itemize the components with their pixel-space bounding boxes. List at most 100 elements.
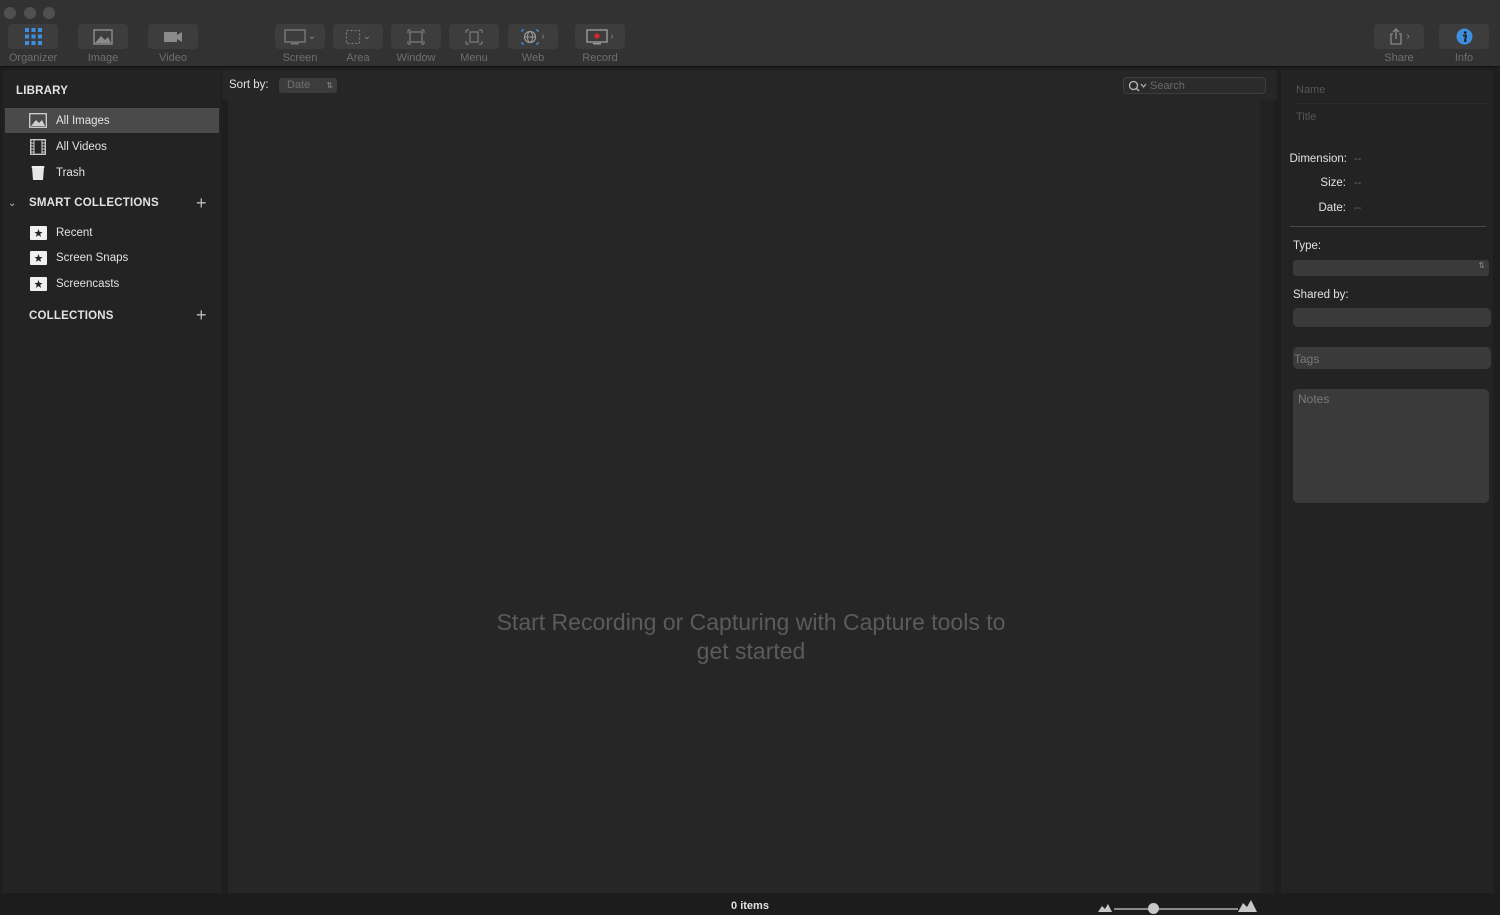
size-label: Size:: [1320, 177, 1346, 189]
sidebar-item-all-images[interactable]: All Images: [5, 108, 219, 133]
image-icon: [93, 28, 113, 45]
sidebar-item-screen-snaps[interactable]: Screen Snaps: [5, 245, 219, 270]
video-label: Video: [159, 52, 187, 64]
sidebar-item-screencasts[interactable]: Screencasts: [5, 271, 219, 296]
sort-bar: Sort by: Date ⇅ Search: [222, 70, 1277, 100]
globe-icon: [521, 28, 539, 45]
image-icon: [29, 113, 47, 129]
video-camera-icon: [164, 31, 182, 42]
chevron-right-icon: ›: [541, 31, 545, 42]
sidebar-item-all-videos[interactable]: All Videos: [5, 134, 219, 159]
toolbar: Organizer Image Video ⌄ Screen ⌄ Area Wi…: [0, 0, 1500, 67]
type-label: Type:: [1293, 240, 1322, 252]
sidebar: LIBRARY All Images All Videos Trash ⌄ SM…: [3, 70, 221, 893]
scrollbar[interactable]: [1260, 100, 1274, 893]
record-screen-icon: [586, 28, 609, 44]
monitor-icon: [284, 28, 306, 44]
updown-chevron-icon: ⇅: [326, 81, 333, 90]
date-value: --: [1354, 202, 1362, 214]
trash-icon: [29, 165, 47, 181]
screen-capture-button[interactable]: ⌄ Screen: [275, 24, 325, 64]
video-button[interactable]: Video: [148, 24, 198, 64]
close-window-button[interactable]: [4, 7, 16, 19]
sidebar-item-recent[interactable]: Recent: [5, 220, 219, 245]
shared-by-label: Shared by:: [1293, 289, 1349, 301]
size-value: --: [1354, 177, 1362, 189]
window-label: Window: [396, 52, 436, 64]
share-icon: [1390, 28, 1402, 45]
minimize-window-button[interactable]: [24, 7, 36, 19]
large-thumbnail-icon: [1238, 900, 1257, 912]
film-icon: [29, 138, 47, 155]
collections-section-title: COLLECTIONS: [29, 310, 114, 322]
empty-state-line-1: Start Recording or Capturing with Captur…: [496, 609, 1006, 635]
type-select[interactable]: ⇅: [1293, 260, 1489, 276]
web-capture-button[interactable]: › Web: [508, 24, 558, 64]
area-label: Area: [346, 52, 370, 64]
chevron-right-icon: ›: [1406, 31, 1410, 42]
title-field[interactable]: Title: [1296, 111, 1490, 131]
chevron-right-icon: ›: [610, 31, 614, 42]
notes-placeholder: Notes: [1298, 392, 1330, 406]
updown-chevron-icon: ⇅: [1478, 261, 1485, 270]
notes-field[interactable]: Notes: [1293, 389, 1489, 503]
thumbnail-size-slider[interactable]: [1114, 908, 1238, 910]
screen-label: Screen: [282, 52, 318, 64]
search-placeholder: Search: [1150, 79, 1185, 92]
chevron-down-icon: ⌄: [307, 31, 317, 42]
name-field[interactable]: Name: [1296, 84, 1490, 104]
menu-label: Menu: [460, 52, 488, 64]
title-placeholder: Title: [1296, 111, 1317, 123]
sidebar-item-label: Screen Snaps: [56, 251, 129, 264]
empty-state-message: Start Recording or Capturing with Captur…: [228, 608, 1274, 666]
shared-by-field[interactable]: [1293, 308, 1491, 327]
image-browser[interactable]: Start Recording or Capturing with Captur…: [228, 100, 1260, 893]
info-label: Info: [1454, 52, 1474, 64]
library-section-title: LIBRARY: [16, 85, 69, 97]
window-capture-button[interactable]: Window: [391, 24, 441, 64]
web-label: Web: [521, 52, 545, 64]
image-label: Image: [87, 52, 119, 64]
sort-value: Date: [287, 79, 311, 91]
dimension-label: Dimension:: [1289, 153, 1347, 165]
search-input[interactable]: Search: [1123, 77, 1266, 94]
info-icon: [1456, 28, 1472, 45]
inspector-panel: Name Title Dimension: -- Size: -- Date: …: [1281, 70, 1493, 893]
image-button[interactable]: Image: [78, 24, 128, 64]
star-folder-icon: [29, 250, 47, 266]
item-count: 0 items: [731, 900, 769, 912]
name-placeholder: Name: [1296, 84, 1326, 96]
add-collection-button[interactable]: +: [196, 306, 207, 324]
organizer-label: Organizer: [8, 52, 58, 64]
chevron-down-icon[interactable]: ⌄: [8, 198, 16, 209]
add-smart-collection-button[interactable]: +: [196, 194, 207, 212]
star-folder-icon: [29, 225, 47, 241]
grid-icon: [24, 28, 42, 45]
smart-collections-section-title: SMART COLLECTIONS: [29, 197, 159, 209]
search-icon: [1128, 80, 1147, 91]
share-button[interactable]: › Share: [1374, 24, 1424, 64]
dimension-value: --: [1354, 153, 1362, 165]
divider: [1290, 226, 1486, 227]
empty-state-line-2: get started: [696, 638, 806, 664]
sidebar-item-label: Screencasts: [56, 277, 120, 290]
status-bar: 0 items: [0, 893, 1500, 915]
sort-select[interactable]: Date ⇅: [279, 78, 337, 93]
sidebar-item-label: All Videos: [56, 140, 107, 153]
slider-thumb[interactable]: [1148, 903, 1159, 914]
menu-capture-button[interactable]: Menu: [449, 24, 499, 64]
record-button[interactable]: › Record: [575, 24, 625, 64]
sort-label: Sort by:: [229, 79, 269, 91]
sidebar-item-label: All Images: [56, 114, 110, 127]
record-label: Record: [582, 52, 618, 64]
sidebar-item-label: Recent: [56, 226, 93, 239]
info-button[interactable]: Info: [1439, 24, 1489, 64]
tags-placeholder: Tags: [1294, 352, 1320, 366]
sidebar-item-trash[interactable]: Trash: [5, 160, 219, 185]
share-label: Share: [1384, 52, 1414, 64]
area-capture-button[interactable]: ⌄ Area: [333, 24, 383, 64]
organizer-button[interactable]: Organizer: [8, 24, 58, 64]
tags-field[interactable]: Tags: [1293, 347, 1491, 369]
zoom-window-button[interactable]: [43, 7, 55, 19]
menu-capture-icon: [465, 28, 483, 45]
